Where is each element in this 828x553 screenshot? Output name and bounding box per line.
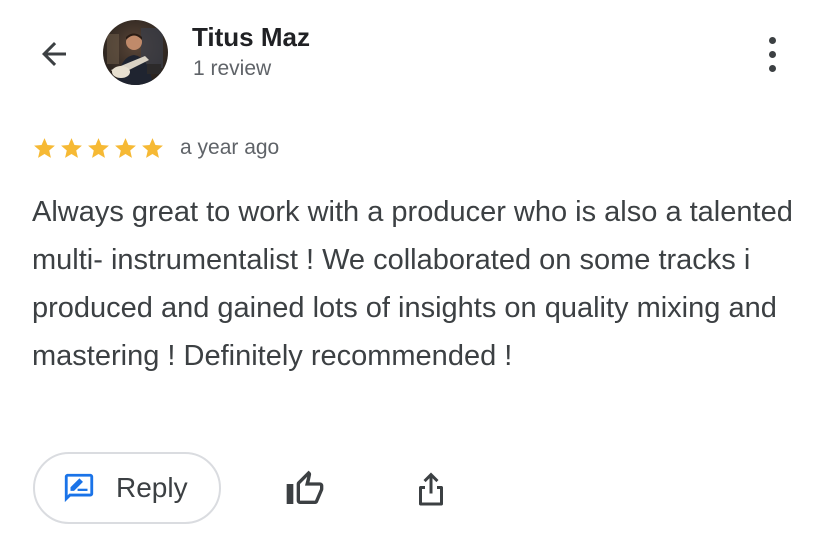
star-icon	[88, 137, 109, 158]
avatar-image	[103, 20, 168, 85]
share-button[interactable]	[407, 465, 455, 513]
star-rating	[32, 136, 165, 161]
reply-button[interactable]: Reply	[33, 452, 221, 524]
rating-row: a year ago	[32, 132, 279, 164]
reply-label: Reply	[116, 472, 188, 503]
star-icon	[142, 137, 163, 158]
share-icon	[419, 472, 443, 506]
star-icon	[115, 137, 136, 158]
more-options-button[interactable]	[752, 30, 792, 78]
like-button[interactable]	[281, 465, 329, 513]
reviewer-name[interactable]: Titus Maz	[192, 22, 310, 53]
more-vert-icon	[768, 36, 776, 44]
back-button[interactable]	[30, 30, 78, 78]
review-time: a year ago	[180, 136, 280, 159]
review-text: Always great to work with a producer who…	[32, 196, 793, 372]
rate-review-icon	[64, 473, 94, 503]
arrow-back-icon	[42, 42, 66, 66]
review-count: 1 review	[193, 57, 272, 80]
avatar[interactable]	[103, 20, 168, 85]
star-icon	[34, 137, 55, 158]
thumb-up-outline-icon	[286, 470, 324, 504]
star-icon	[61, 137, 82, 158]
